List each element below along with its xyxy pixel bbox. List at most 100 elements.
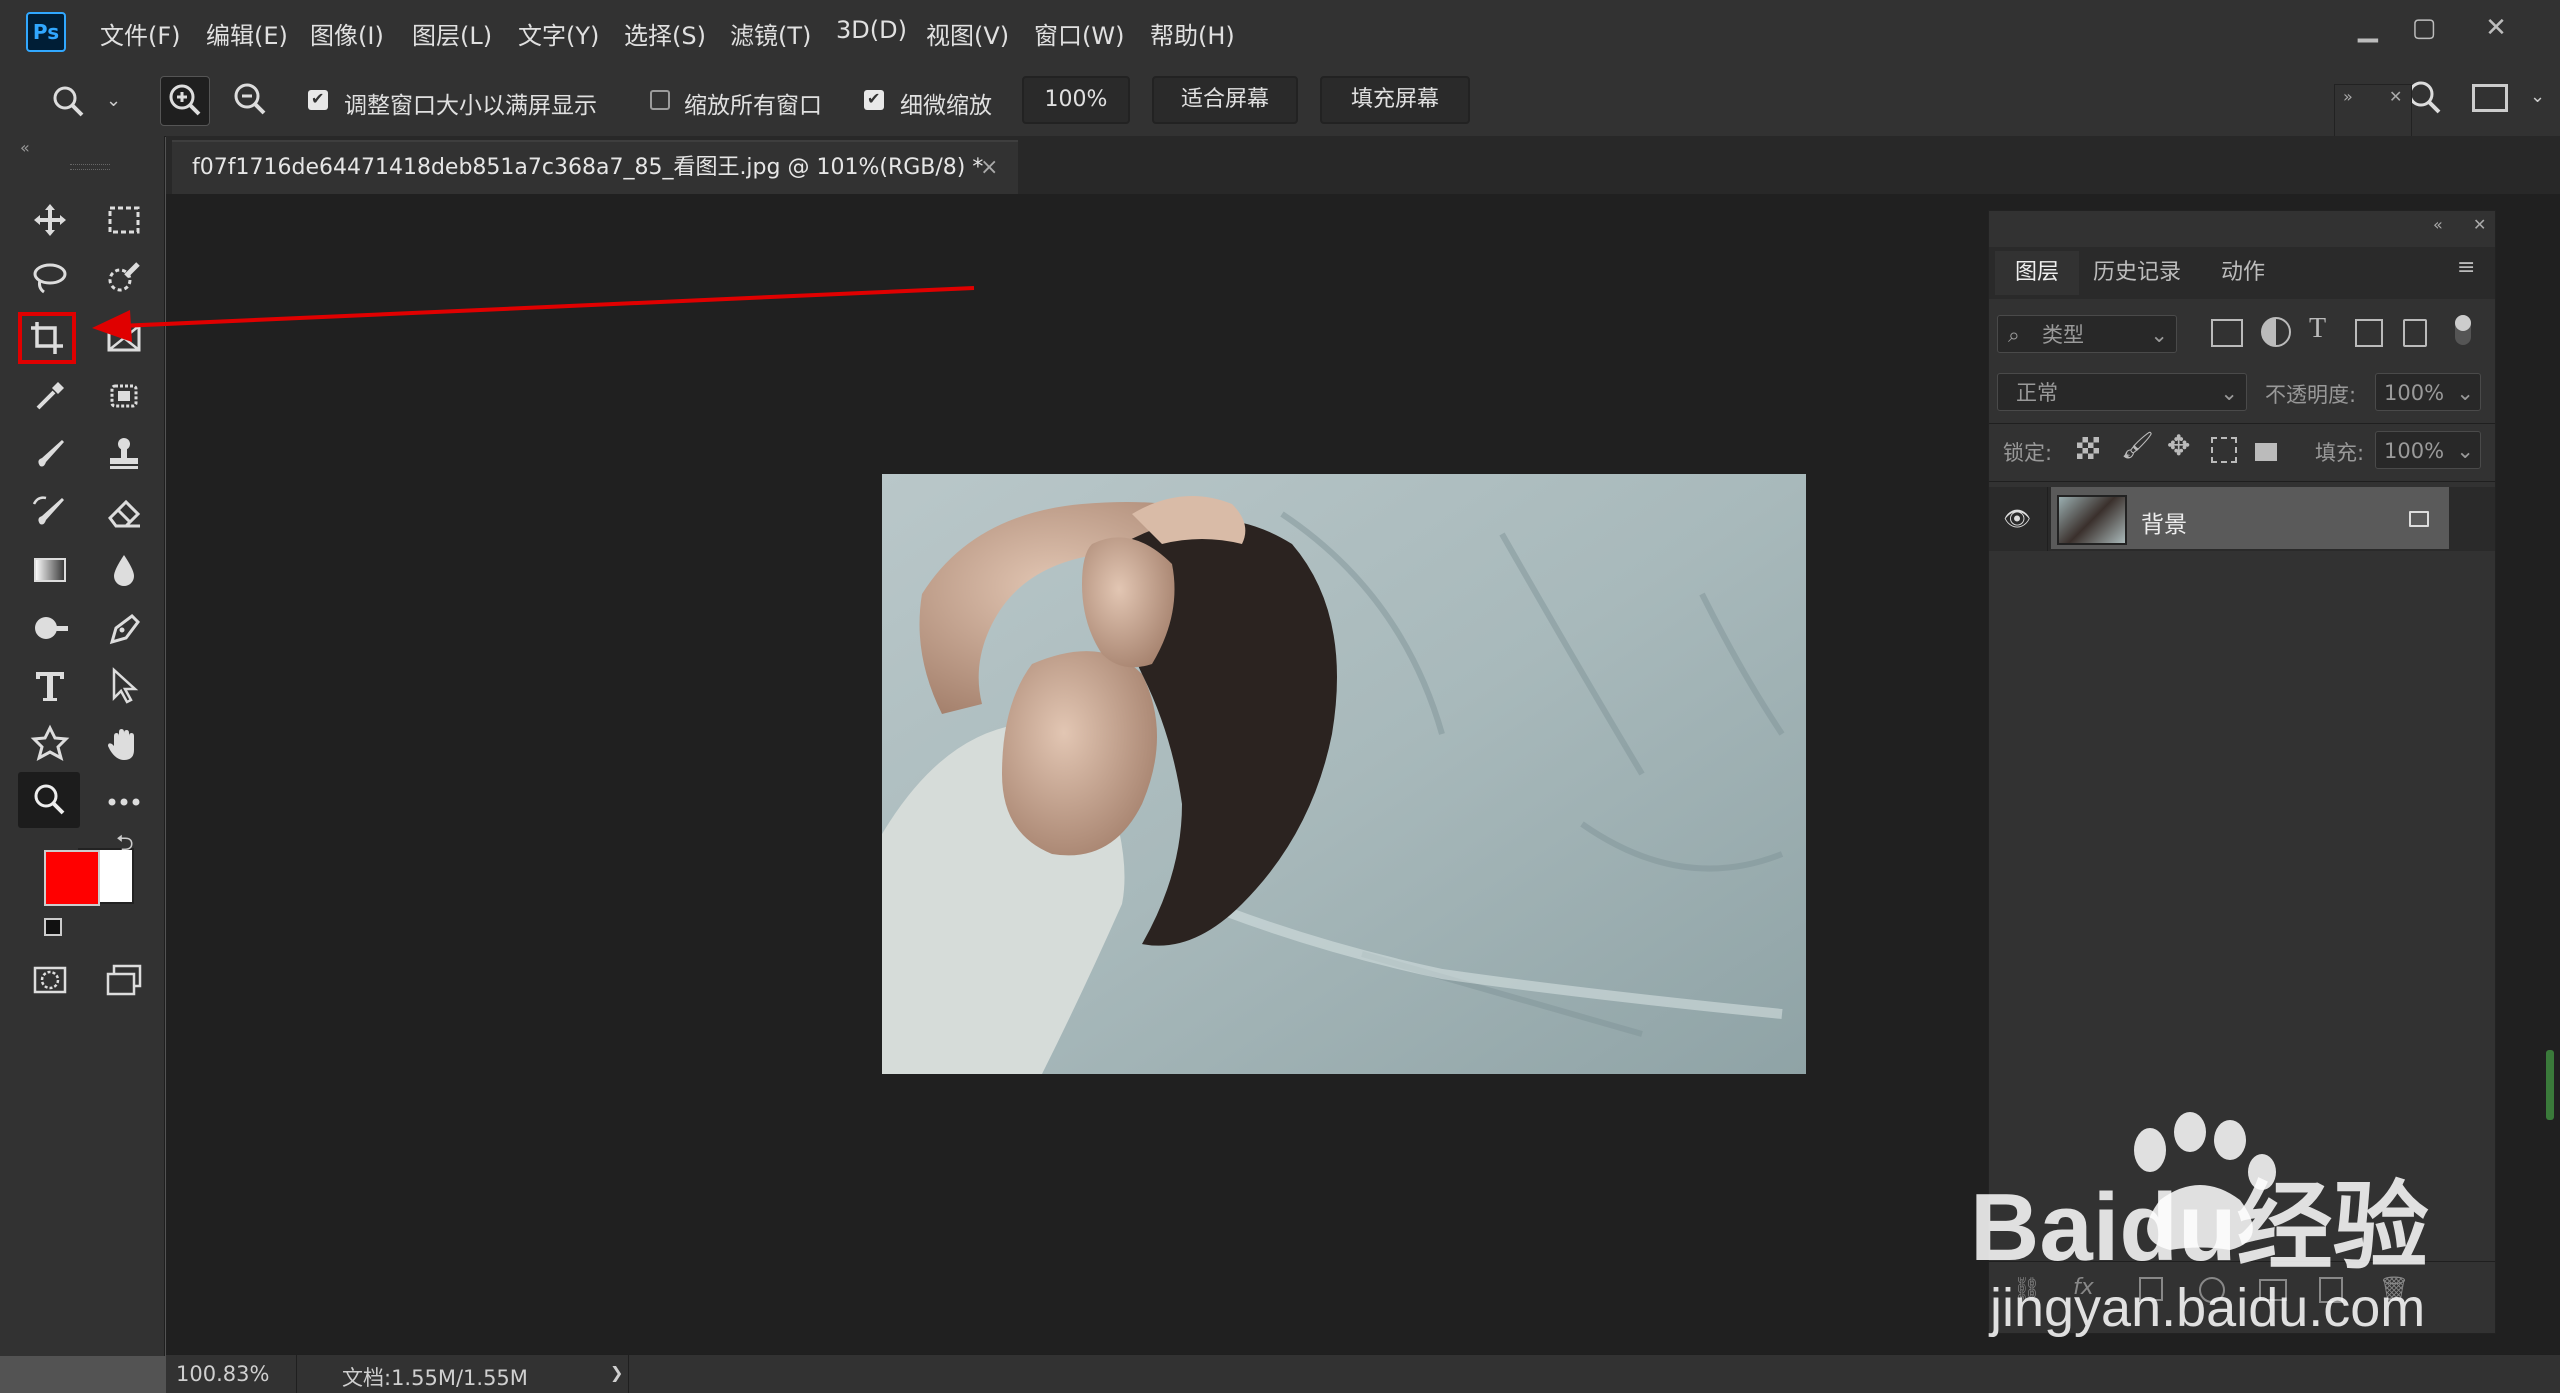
opacity-field[interactable]: 100% ⌄	[2375, 373, 2481, 411]
quick-mask-icon[interactable]	[24, 954, 76, 1006]
more-tools-icon[interactable]	[98, 776, 150, 828]
menu-layer[interactable]: 图层(L)	[412, 16, 492, 51]
resize-windows-checkbox[interactable]	[308, 89, 328, 110]
filter-adjustment-icon[interactable]	[2261, 317, 2291, 347]
clone-stamp-tool-icon[interactable]	[98, 428, 150, 480]
dodge-tool-icon[interactable]	[24, 602, 76, 654]
menu-help[interactable]: 帮助(H)	[1150, 16, 1235, 51]
crop-tool-icon[interactable]	[18, 312, 76, 364]
lasso-tool-icon[interactable]	[24, 252, 76, 304]
eraser-tool-icon[interactable]	[98, 486, 150, 538]
menu-3d[interactable]: 3D(D)	[836, 16, 907, 44]
opacity-label: 不透明度:	[2265, 383, 2357, 407]
zoom-100-button[interactable]: 100%	[1022, 76, 1130, 124]
watermark-url: jingyan.baidu.com	[1988, 1278, 2425, 1338]
watermark-brand: Baidu经验	[1970, 1174, 2429, 1281]
fill-screen-button[interactable]: 填充屏幕	[1320, 76, 1470, 124]
scroll-indicator[interactable]	[2546, 1050, 2554, 1120]
move-tool-icon[interactable]	[24, 194, 76, 246]
layer-name[interactable]: 背景	[2141, 505, 2187, 539]
chevron-down-icon: ⌄	[2456, 381, 2474, 405]
chevron-down-icon: ⌄	[2220, 381, 2238, 405]
chevron-down-icon[interactable]: ⌄	[106, 90, 121, 111]
filter-pixel-icon[interactable]	[2211, 319, 2243, 347]
fill-field[interactable]: 100% ⌄	[2375, 431, 2481, 469]
photoshop-logo: Ps	[26, 12, 66, 52]
minimize-icon[interactable]: ▁	[2348, 8, 2388, 48]
blend-mode-select[interactable]: 正常 ⌄	[1997, 373, 2247, 411]
workspace-chevron-icon[interactable]: ⌄	[2530, 86, 2545, 107]
zoom-all-checkbox[interactable]	[650, 90, 670, 110]
menu-filter[interactable]: 滤镜(T)	[730, 16, 811, 51]
spot-healing-tool-icon[interactable]	[98, 370, 150, 422]
eyedropper-tool-icon[interactable]	[24, 370, 76, 422]
blur-tool-icon[interactable]	[98, 544, 150, 596]
maximize-icon[interactable]: ▢	[2404, 8, 2444, 48]
close-dock-icon[interactable]: ✕	[2389, 87, 2402, 106]
menu-file[interactable]: 文件(F)	[100, 16, 181, 51]
path-selection-tool-icon[interactable]	[98, 660, 150, 712]
brush-tool-icon[interactable]	[24, 428, 76, 480]
tab-layers[interactable]: 图层	[1995, 251, 2079, 295]
lock-pixels-icon[interactable]: 🖌︎	[2121, 431, 2154, 461]
lock-artboard-icon[interactable]	[2211, 437, 2237, 463]
zoom-out-button[interactable]	[226, 76, 274, 124]
filter-type-icon[interactable]: T	[2309, 313, 2326, 345]
hand-tool-icon[interactable]	[98, 718, 150, 770]
divider	[628, 1355, 629, 1393]
annotation-arrow	[92, 286, 975, 342]
zoom-tool-preset-icon[interactable]	[48, 82, 88, 126]
layer-filter-select[interactable]: ⌕ 类型 ⌄	[1997, 315, 2177, 353]
menu-select[interactable]: 选择(S)	[624, 16, 706, 51]
filter-shape-icon[interactable]	[2355, 319, 2383, 347]
menu-image[interactable]: 图像(I)	[310, 16, 384, 51]
swap-colors-icon[interactable]: ⮌	[116, 826, 134, 864]
filter-smart-object-icon[interactable]	[2403, 319, 2427, 347]
lock-icon	[2409, 511, 2429, 527]
baidu-paw-logo-icon: Baidu经验 jingyan.baidu.com	[1970, 1112, 2429, 1338]
close-panel-icon[interactable]: ✕	[2473, 215, 2486, 234]
close-document-icon[interactable]: ×	[980, 142, 998, 194]
screen-mode-icon[interactable]	[98, 954, 150, 1006]
filter-toggle[interactable]	[2455, 315, 2471, 345]
fit-screen-button[interactable]: 适合屏幕	[1152, 76, 1298, 124]
collapse-toolbar-icon[interactable]: «	[20, 138, 30, 157]
menu-window[interactable]: 窗口(W)	[1034, 16, 1124, 51]
chevron-down-icon: ⌄	[2150, 323, 2168, 347]
gradient-tool-icon[interactable]	[24, 544, 76, 596]
divider	[1989, 481, 2495, 482]
divider	[2047, 487, 2048, 551]
document-tab[interactable]: f07f1716de64471418deb851a7c368a7_85_看图王.…	[172, 140, 1018, 194]
type-tool-icon[interactable]	[24, 660, 76, 712]
foreground-color-swatch[interactable]	[44, 850, 100, 906]
menu-view[interactable]: 视图(V)	[926, 16, 1009, 51]
workspace-icon[interactable]	[2472, 84, 2508, 112]
history-brush-tool-icon[interactable]	[24, 486, 76, 538]
marquee-tool-icon[interactable]	[98, 194, 150, 246]
options-bar: ⌄ 调整窗口大小以满屏显示 缩放所有窗口 细微缩放 100% 适合屏幕 填充屏幕…	[0, 64, 2560, 137]
lock-all-icon[interactable]	[2255, 443, 2277, 461]
close-icon[interactable]: ✕	[2476, 8, 2516, 48]
tab-actions[interactable]: 动作	[2221, 251, 2265, 295]
pen-tool-icon[interactable]	[98, 602, 150, 654]
menu-edit[interactable]: 编辑(E)	[206, 16, 288, 51]
custom-shape-tool-icon[interactable]	[24, 718, 76, 770]
visibility-eye-icon[interactable]: 👁︎	[2003, 507, 2031, 532]
collapse-panel-icon[interactable]: «	[2433, 215, 2443, 234]
menu-type[interactable]: 文字(Y)	[518, 16, 599, 51]
tab-history[interactable]: 历史记录	[2093, 251, 2181, 295]
expand-dock-icon[interactable]: »	[2343, 87, 2353, 106]
zoom-in-button[interactable]	[160, 76, 210, 126]
panel-menu-icon[interactable]: ≡	[2457, 255, 2475, 280]
lock-position-icon[interactable]: ✥	[2167, 429, 2190, 462]
zoom-tool-icon[interactable]	[18, 772, 80, 828]
layer-row[interactable]: 👁︎ 背景	[1989, 487, 2495, 551]
document-size: 文档:1.55M/1.55M	[342, 1366, 528, 1390]
status-menu-arrow-icon[interactable]: ❯	[610, 1363, 623, 1382]
toolbar-grip[interactable]	[70, 164, 110, 170]
lock-transparent-icon[interactable]	[2077, 437, 2099, 459]
zoom-level[interactable]: 100.83%	[176, 1362, 269, 1386]
scrubby-zoom-checkbox[interactable]	[864, 89, 884, 110]
default-colors-icon[interactable]	[44, 918, 62, 936]
divider	[1989, 423, 2495, 424]
